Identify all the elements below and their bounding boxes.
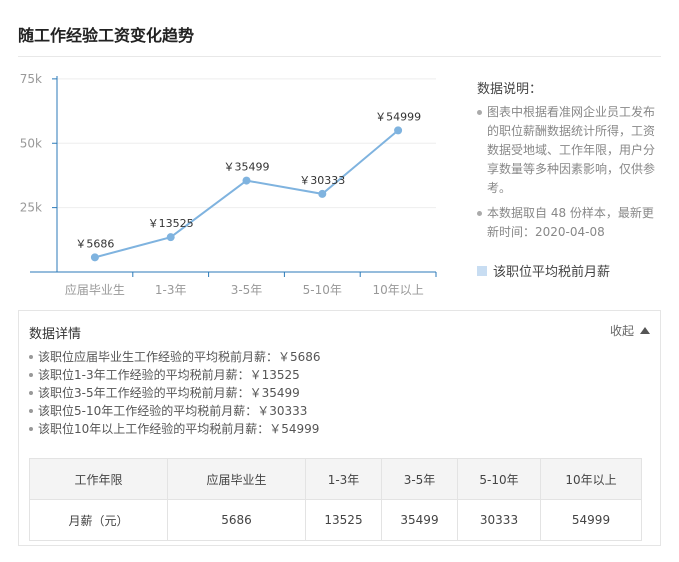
- y-tick-label: 50k: [20, 136, 42, 150]
- title-divider: [18, 56, 661, 57]
- data-label: ￥30333: [299, 174, 345, 187]
- table-header-row: 工作年限 应届毕业生 1-3年 3-5年 5-10年 10年以上: [29, 458, 642, 500]
- data-point: [242, 176, 251, 185]
- table-cell: 35499: [381, 499, 458, 541]
- detail-item: 该职位应届毕业生工作经验的平均税前月薪：￥5686: [29, 348, 321, 366]
- details-title: 数据详情: [29, 327, 82, 342]
- table-header: 10年以上: [540, 458, 642, 500]
- collapse-label: 收起: [609, 324, 634, 338]
- table-header: 5-10年: [457, 458, 541, 500]
- data-point: [90, 253, 99, 262]
- data-label: ￥35499: [224, 161, 270, 174]
- x-tick-label: 1-3年: [155, 283, 187, 297]
- data-label: ￥13525: [148, 217, 194, 230]
- x-tick-label: 3-5年: [231, 283, 263, 297]
- series-line: [94, 129, 399, 259]
- table-header: 1-3年: [305, 458, 382, 500]
- salary-line-chart: 25k 50k 75k 应届毕业生 1-3年 3-5年 5-10年 10年以上 ￥5686 ￥13…: [20, 72, 437, 297]
- table-cell: 54999: [540, 499, 642, 541]
- detail-item: 该职位5-10年工作经验的平均税前月薪：￥30333: [29, 402, 321, 420]
- table-cell: 13525: [305, 499, 382, 541]
- x-tick-label: 应届毕业生: [65, 282, 125, 297]
- caret-up-icon: [640, 327, 650, 334]
- data-notes: 数据说明： 图表中根据看准网企业员工发布的职位薪酬数据统计所得，工资数据受地域、…: [477, 78, 662, 242]
- table-header: 工作年限: [29, 458, 168, 500]
- x-tick-label: 5-10年: [303, 283, 342, 297]
- data-label: ￥54999: [375, 110, 421, 123]
- y-tick-label: 25k: [20, 201, 42, 215]
- data-point: [394, 126, 403, 135]
- data-point: [318, 189, 327, 198]
- data-note: 本数据取自 48 份样本，最新更新时间：2020-04-08: [477, 204, 662, 242]
- detail-item: 该职位1-3年工作经验的平均税前月薪：￥13525: [29, 366, 321, 384]
- detail-item: 该职位3-5年工作经验的平均税前月薪：￥35499: [29, 384, 321, 402]
- legend-swatch: [477, 265, 487, 276]
- details-panel: 数据详情 收起 该职位应届毕业生工作经验的平均税前月薪：￥5686 该职位1-3…: [18, 310, 661, 546]
- page-title: 随工作经验工资变化趋势: [18, 26, 195, 45]
- x-tick-label: 10年以上: [372, 283, 423, 297]
- collapse-button[interactable]: 收起: [610, 322, 650, 339]
- table-header: 应届毕业生: [167, 458, 306, 500]
- detail-item: 该职位10年以上工作经验的平均税前月薪：￥54999: [29, 420, 321, 438]
- details-list: 该职位应届毕业生工作经验的平均税前月薪：￥5686 该职位1-3年工作经验的平均…: [29, 348, 321, 438]
- table-cell: 月薪（元）: [29, 499, 168, 541]
- data-label: ￥5686: [75, 237, 114, 250]
- data-notes-title: 数据说明：: [477, 82, 543, 97]
- table-cell: 30333: [457, 499, 541, 541]
- chart-legend[interactable]: 该职位平均税前月薪: [477, 261, 610, 280]
- salary-table: 工作年限 应届毕业生 1-3年 3-5年 5-10年 10年以上 月薪（元） 5…: [29, 458, 642, 541]
- data-note: 图表中根据看准网企业员工发布的职位薪酬数据统计所得，工资数据受地域、工作年限，用…: [477, 103, 662, 198]
- legend-label: 该职位平均税前月薪: [493, 265, 611, 280]
- table-cell: 5686: [167, 499, 306, 541]
- data-point: [166, 233, 175, 242]
- table-row: 月薪（元） 5686 13525 35499 30333 54999: [29, 499, 642, 541]
- y-tick-label: 75k: [20, 72, 42, 86]
- table-header: 3-5年: [381, 458, 458, 500]
